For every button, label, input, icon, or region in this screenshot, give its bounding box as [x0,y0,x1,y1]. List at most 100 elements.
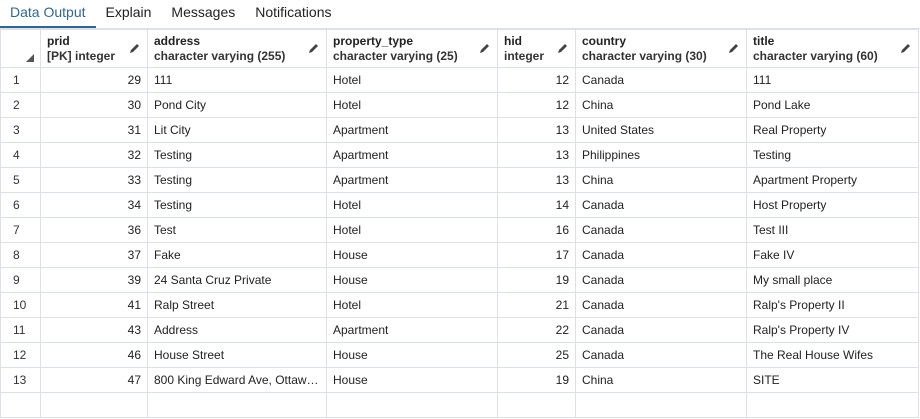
cell-title[interactable]: Pond Lake [746,92,919,118]
cell-title[interactable]: My small place [746,267,919,293]
cell-title[interactable]: Host Property [746,192,919,218]
table-row[interactable]: 6 34 Testing Hotel 14 Canada Host Property [0,192,919,218]
cell-prid[interactable]: 34 [40,192,148,218]
cell-prid[interactable]: 30 [40,92,148,118]
pencil-icon[interactable] [129,42,141,54]
cell-property-type[interactable]: House [326,267,498,293]
table-row[interactable]: 11 43 Address Apartment 22 Canada Ralp's Prope… [0,317,919,343]
cell-hid[interactable]: 13 [497,142,576,168]
row-number[interactable]: 3 [0,117,41,143]
cell-hid[interactable]: 19 [497,367,576,393]
table-row[interactable]: 4 32 Testing Apartment 13 Philippines Testing [0,142,919,168]
pencil-icon[interactable] [728,42,740,54]
cell-hid[interactable]: 16 [497,217,576,243]
cell-prid[interactable]: 37 [40,242,148,268]
cell-property-type[interactable]: Hotel [326,192,498,218]
row-number[interactable]: 5 [0,167,41,193]
cell-property-type[interactable]: House [326,242,498,268]
cell-address[interactable]: Address [147,317,327,343]
cell-country[interactable]: China [575,167,747,193]
cell-prid[interactable]: 29 [40,67,148,93]
cell-address[interactable]: 111 [147,67,327,93]
row-number[interactable]: 8 [0,242,41,268]
tab-data-output[interactable]: Data Output [0,0,96,28]
column-header-hid[interactable]: hid integer [497,29,576,68]
cell-prid[interactable]: 32 [40,142,148,168]
cell-country[interactable]: Canada [575,242,747,268]
row-number[interactable]: 9 [0,267,41,293]
table-row[interactable]: 9 39 24 Santa Cruz Private House 19 Canada My … [0,267,919,293]
pencil-icon[interactable] [557,42,569,54]
cell-title[interactable]: Testing [746,142,919,168]
row-number[interactable]: 12 [0,342,41,368]
table-row[interactable]: 2 30 Pond City Hotel 12 China Pond Lake [0,92,919,118]
cell-country[interactable]: Canada [575,267,747,293]
cell-property-type[interactable]: Apartment [326,142,498,168]
cell-title[interactable]: Ralp's Property IV [746,317,919,343]
cell-property-type[interactable]: Hotel [326,292,498,318]
cell-title[interactable]: Fake IV [746,242,919,268]
cell-country[interactable]: China [575,92,747,118]
select-all-corner[interactable] [0,29,41,68]
pencil-icon[interactable] [479,42,491,54]
cell-hid[interactable]: 13 [497,117,576,143]
table-row[interactable]: 10 41 Ralp Street Hotel 21 Canada Ralp's Prope… [0,292,919,318]
column-header-country[interactable]: country character varying (30) [575,29,747,68]
cell-country[interactable]: Canada [575,292,747,318]
cell-country[interactable]: Canada [575,317,747,343]
cell-country[interactable]: Philippines [575,142,747,168]
cell-title[interactable]: Test III [746,217,919,243]
cell-country[interactable]: Canada [575,342,747,368]
cell-country[interactable]: Canada [575,192,747,218]
row-number[interactable]: 6 [0,192,41,218]
cell-hid[interactable]: 14 [497,192,576,218]
cell-address[interactable]: 800 King Edward Ave, Ottawa, ON K1N 6N5 [147,367,327,393]
cell-title[interactable]: Real Property [746,117,919,143]
table-row[interactable]: 5 33 Testing Apartment 13 China Apartment Prop… [0,167,919,193]
cell-country[interactable]: China [575,367,747,393]
cell-hid[interactable]: 17 [497,242,576,268]
cell-address[interactable]: Testing [147,192,327,218]
cell-property-type[interactable]: Hotel [326,217,498,243]
cell-hid[interactable]: 22 [497,317,576,343]
cell-property-type[interactable]: Apartment [326,167,498,193]
cell-country[interactable]: Canada [575,67,747,93]
cell-country[interactable]: Canada [575,217,747,243]
cell-address[interactable]: Testing [147,167,327,193]
cell-address[interactable]: Fake [147,242,327,268]
cell-property-type[interactable]: Apartment [326,317,498,343]
cell-property-type[interactable]: Hotel [326,92,498,118]
tab-notifications[interactable]: Notifications [245,0,341,28]
table-row[interactable]: 1347800 King Edward Ave, Ottawa, ON K1N … [0,367,919,393]
cell-address[interactable]: 24 Santa Cruz Private [147,267,327,293]
cell-title[interactable]: SITE [746,367,919,393]
column-header-property-type[interactable]: property_type character varying (25) [326,29,498,68]
cell-title[interactable]: The Real House Wifes [746,342,919,368]
cell-hid[interactable]: 12 [497,67,576,93]
column-header-title[interactable]: title character varying (60) [746,29,919,68]
cell-address[interactable]: Pond City [147,92,327,118]
cell-property-type[interactable]: Hotel [326,67,498,93]
cell-title[interactable]: 111 [746,67,919,93]
column-header-prid[interactable]: prid [PK] integer [40,29,148,68]
pencil-icon[interactable] [900,42,912,54]
row-number[interactable]: 10 [0,292,41,318]
table-row[interactable]: 8 37 Fake House 17 Canada Fake IV [0,242,919,268]
cell-address[interactable]: Test [147,217,327,243]
row-number[interactable]: 1 [0,67,41,93]
cell-prid[interactable]: 36 [40,217,148,243]
cell-property-type[interactable]: House [326,367,498,393]
tab-explain[interactable]: Explain [96,0,162,28]
cell-prid[interactable]: 41 [40,292,148,318]
cell-prid[interactable]: 46 [40,342,148,368]
cell-prid[interactable]: 47 [40,367,148,393]
cell-title[interactable]: Ralp's Property II [746,292,919,318]
cell-country[interactable]: United States [575,117,747,143]
cell-hid[interactable]: 12 [497,92,576,118]
cell-property-type[interactable]: House [326,342,498,368]
cell-address[interactable]: Testing [147,142,327,168]
row-number[interactable]: 11 [0,317,41,343]
table-row[interactable]: 12 46 House Street House 25 Canada The Real Ho… [0,342,919,368]
column-header-address[interactable]: address character varying (255) [147,29,327,68]
cell-hid[interactable]: 19 [497,267,576,293]
